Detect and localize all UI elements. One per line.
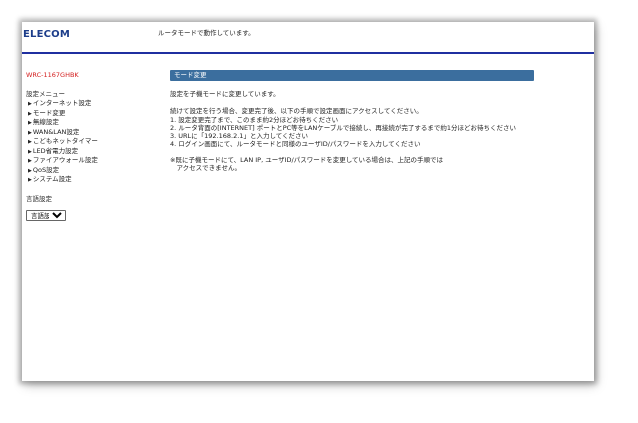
triangle-right-icon: ▶ bbox=[28, 177, 32, 183]
instruction-line: 続けて設定を行う場合、変更完了後、以下の手順で設定画面にアクセスしてください。 bbox=[170, 107, 423, 116]
instructions: 続けて設定を行う場合、変更完了後、以下の手順で設定画面にアクセスしてください。 … bbox=[170, 107, 534, 148]
section-title-bar: モード変更 bbox=[170, 70, 534, 81]
sidebar-item-wireless[interactable]: ▶無線設定 bbox=[26, 118, 166, 128]
settings-menu-heading: 設定メニュー bbox=[26, 90, 65, 98]
intro-text: 設定を子機モードに変更しています。 bbox=[170, 90, 280, 98]
triangle-right-icon: ▶ bbox=[28, 110, 32, 117]
header-divider bbox=[22, 52, 594, 54]
sidebar-item-label: システム設定 bbox=[32, 175, 72, 183]
sidebar-item-mode-change[interactable]: ▶モード変更 bbox=[26, 109, 166, 119]
triangle-right-icon: ▶ bbox=[28, 167, 32, 174]
main-content: モード変更 設定を子機モードに変更しています。 続けて設定を行う場合、変更完了後… bbox=[170, 70, 534, 172]
triangle-right-icon: ▶ bbox=[28, 101, 32, 107]
triangle-right-icon: ▶ bbox=[28, 139, 32, 145]
triangle-right-icon: ▶ bbox=[28, 158, 32, 164]
note-line: ※既に子機モードにて、LAN IP, ユーザID/パスワードを変更している場合は… bbox=[170, 155, 444, 164]
sidebar-item-system[interactable]: ▶システム設定 bbox=[26, 175, 166, 185]
sidebar-item-label: こどもネットタイマー bbox=[32, 137, 98, 145]
sidebar-item-label: QoS設定 bbox=[32, 165, 60, 174]
sidebar-item-label: モード変更 bbox=[32, 108, 66, 117]
instruction-line: 4. ログイン画面にて、ルータモードと同様のユーザID/パスワードを入力してくだ… bbox=[170, 140, 421, 149]
triangle-right-icon: ▶ bbox=[28, 129, 32, 136]
sidebar-item-label: WAN&LAN設定 bbox=[32, 127, 80, 136]
instruction-line: 1. 設定変更完了まで、このまま約2分ほどお待ちください bbox=[170, 115, 339, 124]
triangle-right-icon: ▶ bbox=[28, 148, 32, 155]
sidebar-item-kids-timer[interactable]: ▶こどもネットタイマー bbox=[26, 137, 166, 147]
note-line: アクセスできません。 bbox=[170, 164, 241, 173]
sidebar-item-label: 無線設定 bbox=[32, 118, 59, 126]
section-title: モード変更 bbox=[174, 71, 207, 79]
sidebar-item-firewall[interactable]: ▶ファイアウォール設定 bbox=[26, 156, 166, 166]
language-heading: 言語設定 bbox=[26, 194, 52, 203]
sidebar-item-led-power[interactable]: ▶LED省電力設定 bbox=[26, 147, 166, 157]
triangle-right-icon: ▶ bbox=[28, 120, 32, 126]
browser-page: ELECOM ルータモードで動作しています。 WRC-1167GHBK 設定メニ… bbox=[22, 22, 594, 381]
sidebar-item-internet[interactable]: ▶インターネット設定 bbox=[26, 99, 166, 109]
note: ※既に子機モードにて、LAN IP, ユーザID/パスワードを変更している場合は… bbox=[170, 156, 534, 173]
instruction-line: 2. ルータ背面の[INTERNET] ポートとPC等をLANケーブルで接続し、… bbox=[170, 123, 517, 132]
mode-status-text: ルータモードで動作しています。 bbox=[158, 29, 255, 37]
sidebar-item-wan-lan[interactable]: ▶WAN&LAN設定 bbox=[26, 128, 166, 138]
sidebar-item-label: インターネット設定 bbox=[32, 99, 92, 107]
sidebar: WRC-1167GHBK 設定メニュー ▶インターネット設定 ▶モード変更 ▶無… bbox=[26, 71, 166, 222]
elecom-logo: ELECOM bbox=[23, 29, 71, 40]
sidebar-item-qos[interactable]: ▶QoS設定 bbox=[26, 166, 166, 176]
model-name: WRC-1167GHBK bbox=[26, 71, 79, 79]
language-select[interactable]: 言語設定 bbox=[26, 209, 66, 221]
sidebar-item-label: ファイアウォール設定 bbox=[32, 156, 98, 164]
sidebar-item-label: LED省電力設定 bbox=[32, 146, 79, 155]
